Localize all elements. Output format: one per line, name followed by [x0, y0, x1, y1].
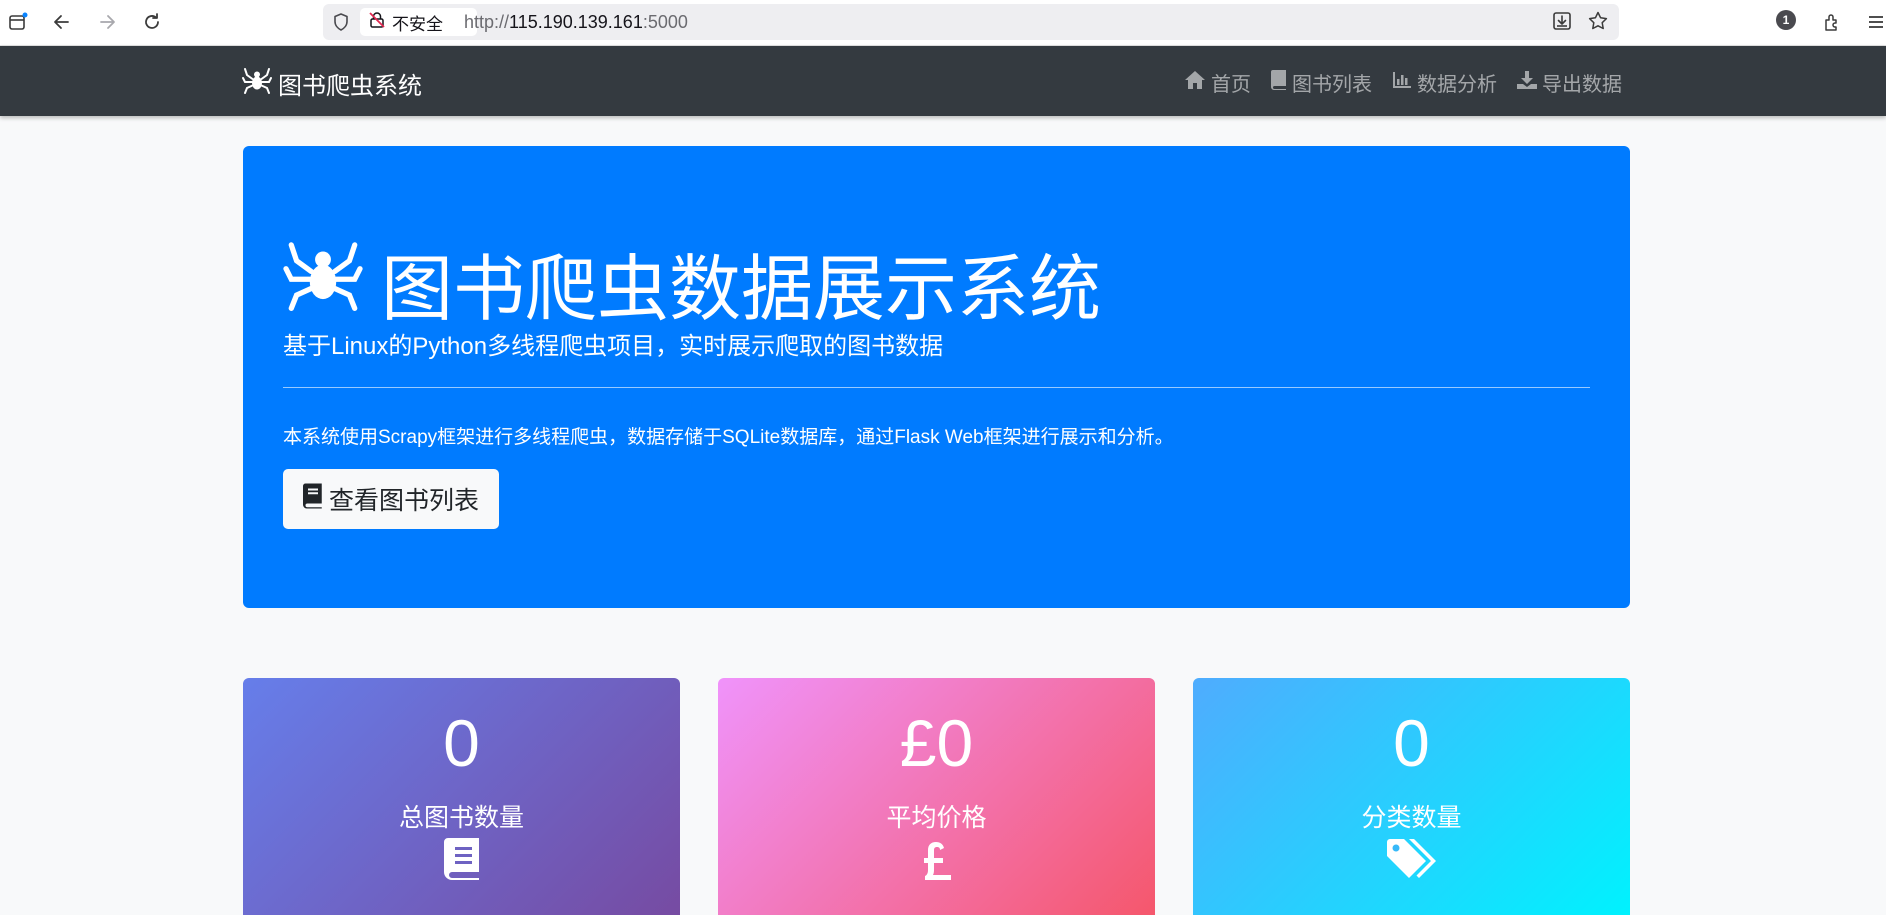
home-icon — [1184, 70, 1206, 96]
nav-link-label: 导出数据 — [1542, 74, 1622, 96]
nav-link-home[interactable]: 首页 — [1184, 68, 1251, 97]
forward-icon[interactable] — [91, 6, 123, 38]
navbar-brand[interactable]: 图书爬虫系统 — [242, 66, 422, 101]
back-icon[interactable] — [46, 6, 78, 38]
stat-card-avg-price: £0 平均价格 — [718, 678, 1155, 915]
site-navbar: 图书爬虫系统 首页 图书列表 数据分析 导出数据 — [0, 46, 1886, 116]
menu-icon[interactable] — [1860, 6, 1886, 38]
insecure-lock-icon — [368, 11, 386, 34]
hero-description: 本系统使用Scrapy框架进行多线程爬虫，数据存储于SQLite数据库，通过Fl… — [283, 427, 1174, 448]
view-book-list-label: 查看图书列表 — [329, 487, 480, 515]
address-bar[interactable]: 不安全 http://115.190.139.161:5000 — [323, 4, 1619, 40]
navbar-links: 首页 图书列表 数据分析 导出数据 — [1184, 68, 1622, 97]
site-security-indicator[interactable]: 不安全 — [360, 8, 477, 36]
stat-card-total-books: 0 总图书数量 — [243, 678, 680, 915]
url-scheme: http:// — [464, 12, 510, 32]
download-icon — [1517, 70, 1537, 96]
stat-value: £0 — [899, 706, 974, 780]
stat-label: 平均价格 — [886, 804, 987, 832]
spider-icon — [283, 237, 363, 328]
nav-link-label: 首页 — [1211, 74, 1251, 96]
hero-title-text: 图书爬虫数据展示系统 — [381, 250, 1102, 330]
save-to-pocket-icon[interactable] — [1551, 10, 1573, 37]
book-icon — [243, 838, 680, 880]
stat-value: 0 — [1393, 706, 1430, 780]
hero-jumbotron: 图书爬虫数据展示系统 基于Linux的Python多线程爬虫项目，实时展示爬取的… — [243, 146, 1630, 608]
tracking-shield-icon[interactable] — [331, 12, 351, 37]
extensions-icon[interactable] — [1816, 6, 1848, 38]
book-icon — [1271, 69, 1287, 96]
bar-chart-icon — [1392, 70, 1412, 96]
nav-link-analysis[interactable]: 数据分析 — [1392, 68, 1497, 97]
browser-toolbar: 不安全 http://115.190.139.161:5000 1 — [0, 0, 1886, 46]
book-icon — [303, 483, 323, 516]
brand-title: 图书爬虫系统 — [278, 73, 422, 100]
url-host: 115.190.139.161 — [509, 12, 643, 32]
url-port: :5000 — [642, 12, 688, 32]
nav-link-label: 数据分析 — [1417, 74, 1497, 96]
stat-card-categories: 0 分类数量 — [1193, 678, 1630, 915]
spider-icon — [242, 66, 272, 101]
nav-link-export[interactable]: 导出数据 — [1517, 68, 1622, 97]
hero-divider — [283, 387, 1590, 388]
stat-label: 分类数量 — [1361, 804, 1462, 832]
view-book-list-button[interactable]: 查看图书列表 — [283, 469, 500, 529]
security-label: 不安全 — [392, 14, 443, 34]
account-notification-badge[interactable]: 1 — [1776, 10, 1796, 30]
stat-value: 0 — [443, 706, 480, 780]
url-text[interactable]: http://115.190.139.161:5000 — [464, 12, 688, 33]
reload-icon[interactable] — [136, 6, 168, 38]
hero-title: 图书爬虫数据展示系统 — [283, 230, 1101, 335]
nav-link-label: 图书列表 — [1292, 74, 1372, 96]
tab-overview-icon[interactable] — [2, 6, 34, 38]
hero-lead: 基于Linux的Python多线程爬虫项目，实时展示爬取的图书数据 — [283, 333, 944, 360]
bookmark-star-icon[interactable] — [1587, 10, 1609, 37]
nav-link-book-list[interactable]: 图书列表 — [1271, 68, 1372, 97]
stat-label: 总图书数量 — [398, 804, 524, 832]
pound-icon — [718, 838, 1155, 880]
tags-icon — [1193, 838, 1630, 880]
